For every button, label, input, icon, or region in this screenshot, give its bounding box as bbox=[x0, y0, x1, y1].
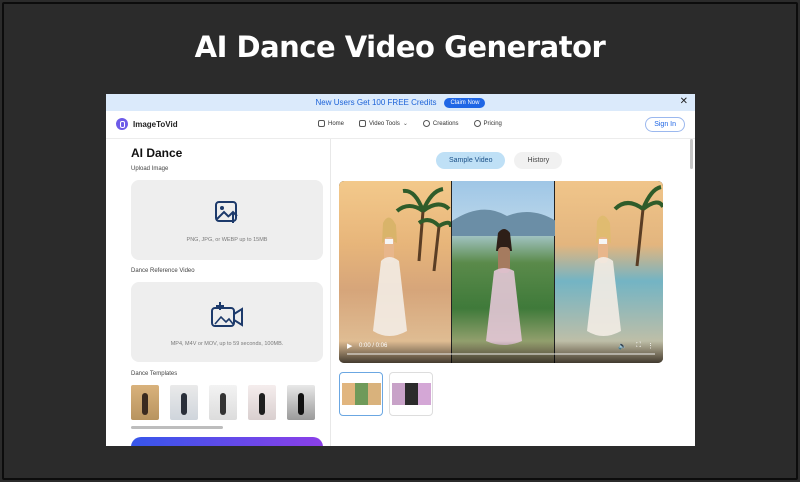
sample-thumbnails bbox=[339, 372, 433, 416]
tab-sample-video[interactable]: Sample Video bbox=[436, 152, 506, 169]
creations-icon bbox=[422, 120, 430, 127]
template-thumbnail[interactable] bbox=[287, 385, 315, 420]
video-progress-bar[interactable] bbox=[347, 353, 655, 355]
nav-item-label: Pricing bbox=[483, 120, 502, 127]
main-content: AI Dance Upload Image PNG, JPG, or WEBP … bbox=[106, 139, 695, 446]
beach-scene-left bbox=[373, 187, 453, 336]
nav-item-home[interactable]: Home bbox=[318, 120, 344, 127]
template-list bbox=[131, 385, 315, 420]
nav-item-label: Home bbox=[328, 120, 345, 127]
nav-menu: Home Video Tools ⌄ Creations Pricing bbox=[318, 120, 502, 127]
sample-video-player[interactable]: ▶ 0:00 / 0:06 🔈 ⛶ ⋮ bbox=[339, 181, 663, 363]
template-thumbnail[interactable] bbox=[248, 385, 276, 420]
tab-history[interactable]: History bbox=[514, 152, 563, 169]
dance-video-dropzone[interactable]: MP4, M4V or MOV, up to 59 seconds, 100MB… bbox=[131, 282, 323, 362]
page-heading: AI Dance Video Generator bbox=[194, 30, 606, 64]
nav-item-label: Creations bbox=[432, 120, 459, 127]
left-panel: AI Dance Upload Image PNG, JPG, or WEBP … bbox=[106, 139, 331, 446]
video-frame-right bbox=[555, 181, 663, 363]
right-panel: Sample Video History ▶ 0:00 / 0:06 🔈 ⛶ ⋮ bbox=[332, 139, 695, 446]
result-tabs: Sample Video History bbox=[436, 152, 563, 169]
dance-templates-label: Dance Templates bbox=[131, 371, 178, 377]
video-time: 0:00 / 0:06 bbox=[359, 343, 388, 349]
chevron-down-icon: ⌄ bbox=[402, 121, 408, 127]
volume-icon[interactable]: 🔈 bbox=[618, 342, 627, 350]
nav-item-video-tools[interactable]: Video Tools ⌄ bbox=[359, 120, 408, 127]
template-thumbnail[interactable] bbox=[170, 385, 198, 420]
promo-text: New Users Get 100 FREE Credits bbox=[315, 98, 437, 107]
upload-image-dropzone[interactable]: PNG, JPG, or WEBP up to 15MB bbox=[131, 180, 323, 260]
video-frame-middle bbox=[451, 181, 556, 363]
top-nav: ImageToVid Home Video Tools ⌄ Creations … bbox=[106, 111, 695, 139]
close-icon[interactable]: ✕ bbox=[680, 96, 688, 108]
claim-now-button[interactable]: Claim Now bbox=[444, 97, 486, 108]
template-thumbnail[interactable] bbox=[209, 385, 237, 420]
panel-title: AI Dance bbox=[131, 146, 183, 160]
nav-item-creations[interactable]: Creations bbox=[422, 120, 459, 127]
brand-logo[interactable]: ImageToVid bbox=[116, 118, 178, 130]
app-window: New Users Get 100 FREE Credits Claim Now… bbox=[106, 94, 695, 446]
video-tools-icon bbox=[359, 120, 367, 127]
video-upload-icon bbox=[211, 302, 243, 327]
video-controls: ▶ 0:00 / 0:06 🔈 ⛶ ⋮ bbox=[339, 341, 663, 363]
nav-item-label: Video Tools bbox=[369, 120, 400, 127]
generate-button[interactable] bbox=[131, 437, 323, 446]
sample-thumbnail[interactable] bbox=[339, 372, 383, 416]
image-upload-icon bbox=[215, 201, 238, 223]
dance-reference-label: Dance Reference Video bbox=[131, 268, 195, 274]
more-options-icon[interactable]: ⋮ bbox=[647, 342, 654, 350]
beach-scene-right bbox=[587, 185, 663, 336]
templates-scrollbar[interactable] bbox=[131, 426, 223, 429]
upload-image-label: Upload Image bbox=[131, 166, 169, 172]
play-icon[interactable]: ▶ bbox=[347, 342, 352, 350]
fullscreen-icon[interactable]: ⛶ bbox=[636, 342, 641, 350]
upload-image-hint: PNG, JPG, or WEBP up to 15MB bbox=[186, 237, 268, 243]
sign-in-button[interactable]: Sign In bbox=[645, 117, 685, 132]
pricing-icon bbox=[473, 120, 481, 127]
sample-thumbnail[interactable] bbox=[389, 372, 433, 416]
video-frame-left bbox=[339, 181, 453, 363]
promo-banner: New Users Get 100 FREE Credits Claim Now… bbox=[106, 94, 695, 111]
page-scrollbar[interactable] bbox=[690, 139, 693, 169]
brand-mark-icon bbox=[116, 118, 128, 130]
dance-video-hint: MP4, M4V or MOV, up to 59 seconds, 100MB… bbox=[170, 341, 284, 347]
home-icon bbox=[318, 120, 325, 127]
brand-name: ImageToVid bbox=[133, 119, 178, 129]
garden-scene-middle bbox=[452, 209, 556, 345]
template-thumbnail[interactable] bbox=[131, 385, 159, 420]
nav-item-pricing[interactable]: Pricing bbox=[473, 120, 502, 127]
